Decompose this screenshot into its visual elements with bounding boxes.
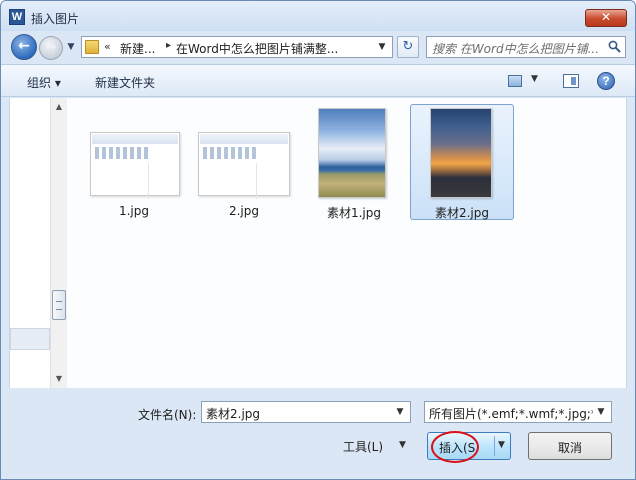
file-item-selected[interactable]: 素材2.jpg bbox=[410, 104, 514, 220]
file-thumbnail bbox=[198, 132, 290, 199]
help-icon[interactable]: ? bbox=[597, 72, 615, 90]
file-thumbnail bbox=[90, 132, 180, 199]
filename-dropdown-icon[interactable]: ▼ bbox=[392, 403, 408, 421]
breadcrumb-item[interactable]: 在Word中怎么把图片铺满整... bbox=[176, 40, 338, 57]
forward-button[interactable]: → bbox=[39, 36, 63, 60]
file-name: 1.jpg bbox=[118, 204, 150, 218]
scroll-down-arrow-icon[interactable]: ▼ bbox=[51, 372, 67, 386]
dialog-footer: 文件名(N): 素材2.jpg ▼ 所有图片(*.emf;*.wmf;*.jpg… bbox=[1, 389, 635, 479]
filename-value: 素材2.jpg bbox=[206, 407, 261, 421]
navigation-bar: ← → ▼ « 新建... ▸ 在Word中怎么把图片铺满整... ▼ ↻ 搜索… bbox=[1, 31, 635, 63]
folder-icon bbox=[85, 40, 99, 54]
dialog-title: 插入图片 bbox=[31, 12, 80, 26]
filename-label: 文件名(N): bbox=[138, 408, 197, 422]
tools-menu-button[interactable]: 工具(L) bbox=[343, 438, 383, 455]
address-bar[interactable]: « 新建... ▸ 在Word中怎么把图片铺满整... ▼ bbox=[81, 36, 393, 58]
refresh-button[interactable]: ↻ bbox=[397, 36, 419, 58]
cancel-button[interactable]: 取消 bbox=[528, 432, 612, 460]
preview-pane-icon[interactable] bbox=[563, 74, 579, 88]
filename-field[interactable]: 素材2.jpg ▼ bbox=[201, 401, 411, 423]
file-type-value: 所有图片(*.emf;*.wmf;*.jpg;*.jpeg;*.jfif;*.p… bbox=[429, 407, 593, 421]
organize-menu-button[interactable]: 组织 ▾ bbox=[27, 74, 61, 91]
file-name: 素材1.jpg bbox=[326, 206, 382, 220]
back-button[interactable]: ← bbox=[11, 34, 37, 60]
search-icon[interactable] bbox=[608, 40, 621, 53]
scrollbar-thumb[interactable] bbox=[52, 290, 66, 320]
breadcrumb-overflow-icon[interactable]: « bbox=[104, 40, 111, 53]
recent-pages-dropdown-icon[interactable]: ▼ bbox=[65, 41, 77, 53]
file-thumbnail bbox=[430, 108, 492, 198]
file-browser-area: ▲ ▼ 1.jpg 2.jpg 素材1.jpg 素材2.jpg bbox=[9, 98, 627, 388]
file-name: 素材2.jpg bbox=[434, 206, 490, 220]
file-item[interactable]: 1.jpg bbox=[82, 104, 186, 220]
search-placeholder: 搜索 在Word中怎么把图片铺... bbox=[432, 42, 600, 56]
file-item[interactable]: 素材1.jpg bbox=[302, 104, 406, 220]
file-type-select[interactable]: 所有图片(*.emf;*.wmf;*.jpg;*.jpeg;*.jfif;*.p… bbox=[424, 401, 612, 423]
close-button[interactable]: ✕ bbox=[585, 9, 627, 27]
insert-options-dropdown-icon[interactable]: ▼ bbox=[498, 440, 505, 450]
view-options-dropdown-icon[interactable]: ▼ bbox=[531, 74, 538, 84]
search-input[interactable]: 搜索 在Word中怎么把图片铺... bbox=[426, 36, 626, 58]
highlight-circle-annotation bbox=[431, 431, 479, 463]
file-thumbnail bbox=[318, 108, 386, 198]
change-view-icon[interactable] bbox=[508, 75, 522, 87]
word-app-icon: W bbox=[9, 9, 25, 25]
breadcrumb-item[interactable]: 新建... bbox=[120, 40, 155, 57]
address-dropdown-icon[interactable]: ▼ bbox=[374, 38, 390, 56]
insert-split-divider bbox=[494, 436, 495, 456]
file-name: 2.jpg bbox=[228, 204, 260, 218]
tools-dropdown-icon[interactable]: ▼ bbox=[399, 440, 406, 450]
insert-picture-dialog: W 插入图片 ✕ ← → ▼ « 新建... ▸ 在Word中怎么把图片铺满整.… bbox=[0, 0, 636, 480]
nav-pane-scrollbar[interactable]: ▲ ▼ bbox=[50, 98, 67, 388]
breadcrumb-separator-icon[interactable]: ▸ bbox=[166, 40, 171, 51]
title-bar: W 插入图片 ✕ bbox=[1, 1, 635, 31]
command-toolbar: 组织 ▾ 新建文件夹 ▼ ? bbox=[1, 64, 635, 97]
scroll-up-arrow-icon[interactable]: ▲ bbox=[51, 100, 67, 114]
cancel-button-label: 取消 bbox=[557, 441, 582, 455]
nav-pane-item[interactable] bbox=[10, 328, 50, 350]
new-folder-button[interactable]: 新建文件夹 bbox=[95, 74, 155, 91]
file-item[interactable]: 2.jpg bbox=[192, 104, 296, 220]
file-type-dropdown-icon[interactable]: ▼ bbox=[593, 403, 609, 421]
